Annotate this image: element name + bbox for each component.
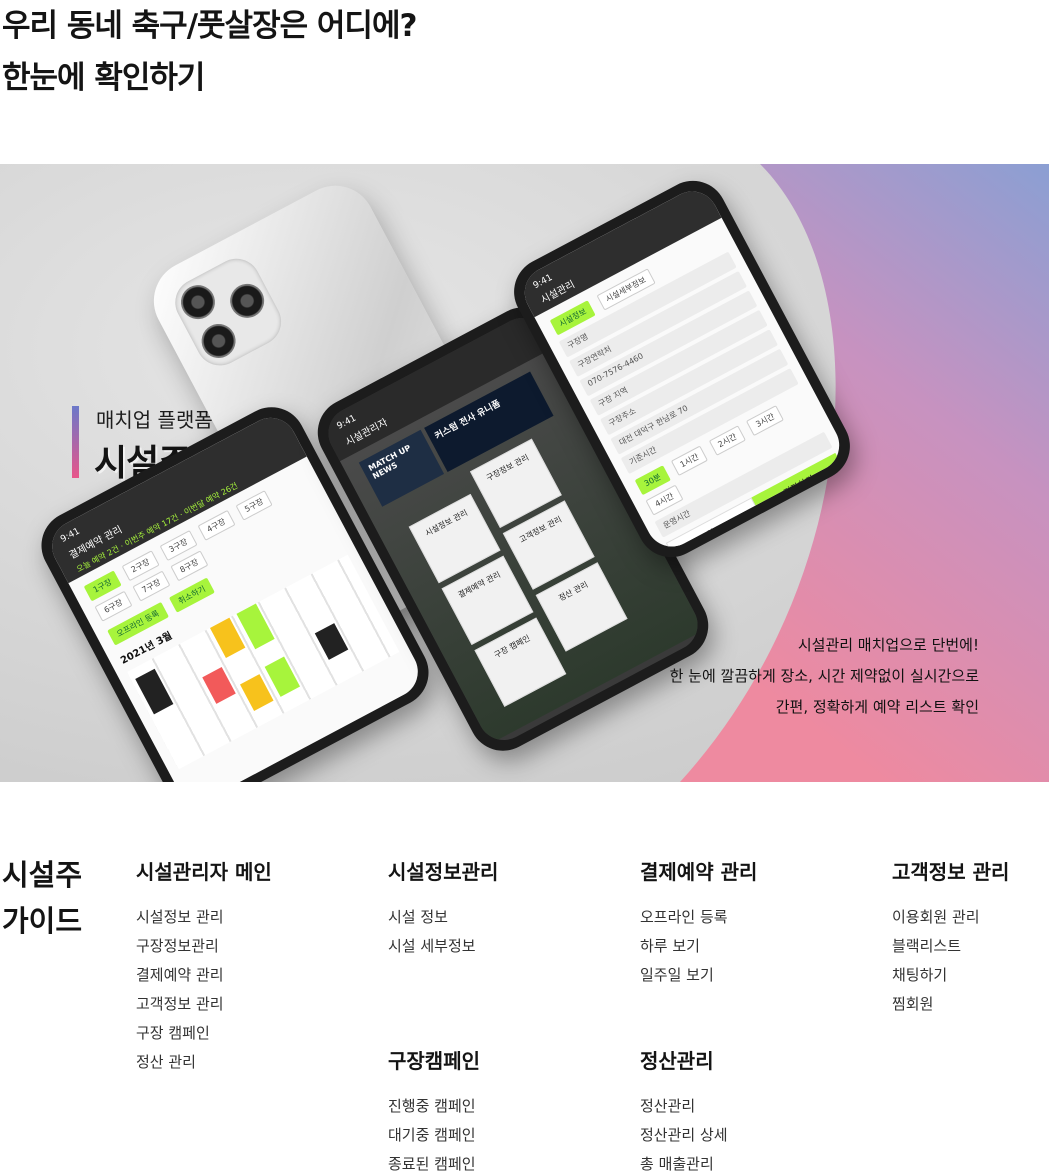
hero-banner: 매치업 플랫폼 시설주 가이드 9:41 결제예약 관리 오늘 예약 2건 · …	[0, 164, 1049, 782]
duration-2h[interactable]: 2시간	[708, 425, 747, 457]
guide-link[interactable]: 이용회원 관리	[892, 903, 1009, 932]
guide-title-line-2: 가이드	[2, 904, 83, 938]
guide-link[interactable]: 시설 정보	[388, 903, 498, 932]
guide-title: 시설주 가이드	[2, 852, 82, 944]
guide-link[interactable]: 정산 관리	[136, 1048, 272, 1077]
hero-copy-line-3: 간편, 정확하게 예약 리스트 확인	[775, 698, 979, 716]
guide-link[interactable]: 찜회원	[892, 990, 1009, 1019]
chip-field-5[interactable]: 5구장	[235, 489, 274, 521]
column-heading: 시설관리자 메인	[136, 860, 272, 884]
guide-link[interactable]: 블랙리스트	[892, 932, 1009, 961]
column-heading: 결제예약 관리	[640, 860, 758, 884]
column-heading: 시설정보관리	[388, 860, 499, 884]
guide-link[interactable]: 대기중 캠페인	[388, 1121, 480, 1150]
guide-link[interactable]: 하루 보기	[640, 932, 757, 961]
guide-link[interactable]: 결제예약 관리	[136, 961, 272, 990]
headline-line-1: 우리 동네 축구/풋살장은 어디에?	[2, 8, 417, 44]
guide-link[interactable]: 구장 캠페인	[136, 1019, 272, 1048]
page-headline: 우리 동네 축구/풋살장은 어디에? 한눈에 확인하기	[2, 0, 417, 104]
hero-description: 시설관리 매치업으로 단번에! 한 눈에 깔끔하게 장소, 시간 제약없이 실시…	[670, 630, 979, 723]
guide-link[interactable]: 고객정보 관리	[136, 990, 272, 1019]
guide-link[interactable]: 일주일 보기	[640, 961, 757, 990]
chip-field-4[interactable]: 4구장	[197, 510, 236, 541]
guide-column-settlement: 정산관리 정산관리 정산관리 상세 총 매출관리	[640, 1045, 728, 1174]
brand-subtitle: 매치업 플랫폼	[96, 408, 213, 432]
guide-link[interactable]: 채팅하기	[892, 961, 1009, 990]
guide-link[interactable]: 시설 세부정보	[388, 932, 498, 961]
duration-1h[interactable]: 1시간	[670, 445, 709, 477]
guide-column-admin-main: 시설관리자 메인 시설정보 관리 구장정보관리 결제예약 관리 고객정보 관리 …	[136, 856, 272, 1077]
guide-column-campaign: 구장캠페인 진행중 캠페인 대기중 캠페인 종료된 캠페인	[388, 1045, 480, 1174]
column-heading: 고객정보 관리	[892, 860, 1010, 884]
guide-link[interactable]: 오프라인 등록	[640, 903, 757, 932]
hero-copy-line-2: 한 눈에 깔끔하게 장소, 시간 제약없이 실시간으로	[669, 667, 979, 685]
guide-link[interactable]: 정산관리 상세	[640, 1121, 728, 1150]
camera-lens-icon	[174, 279, 221, 326]
guide-link[interactable]: 종료된 캠페인	[388, 1150, 480, 1174]
camera-lens-icon	[224, 277, 271, 324]
column-heading: 정산관리	[640, 1049, 714, 1073]
guide-link[interactable]: 정산관리	[640, 1092, 728, 1121]
camera-module	[166, 250, 290, 374]
guide-link[interactable]: 시설정보 관리	[136, 903, 272, 932]
headline-line-2: 한눈에 확인하기	[2, 60, 205, 96]
guide-title-line-1: 시설주	[2, 858, 83, 892]
hero-copy-line-1: 시설관리 매치업으로 단번에!	[797, 636, 979, 654]
guide-column-payment: 결제예약 관리 오프라인 등록 하루 보기 일주일 보기	[640, 856, 757, 990]
duration-3h[interactable]: 3시간	[746, 404, 785, 436]
guide-column-facility-info: 시설정보관리 시설 정보 시설 세부정보	[388, 856, 498, 961]
brand-accent-bar	[72, 406, 79, 478]
guide-link[interactable]: 구장정보관리	[136, 932, 272, 961]
column-heading: 구장캠페인	[388, 1049, 480, 1073]
guide-link[interactable]: 총 매출관리	[640, 1150, 728, 1174]
guide-column-customer: 고객정보 관리 이용회원 관리 블랙리스트 채팅하기 찜회원	[892, 856, 1009, 1019]
camera-lens-icon	[195, 317, 242, 364]
guide-link[interactable]: 진행중 캠페인	[388, 1092, 480, 1121]
